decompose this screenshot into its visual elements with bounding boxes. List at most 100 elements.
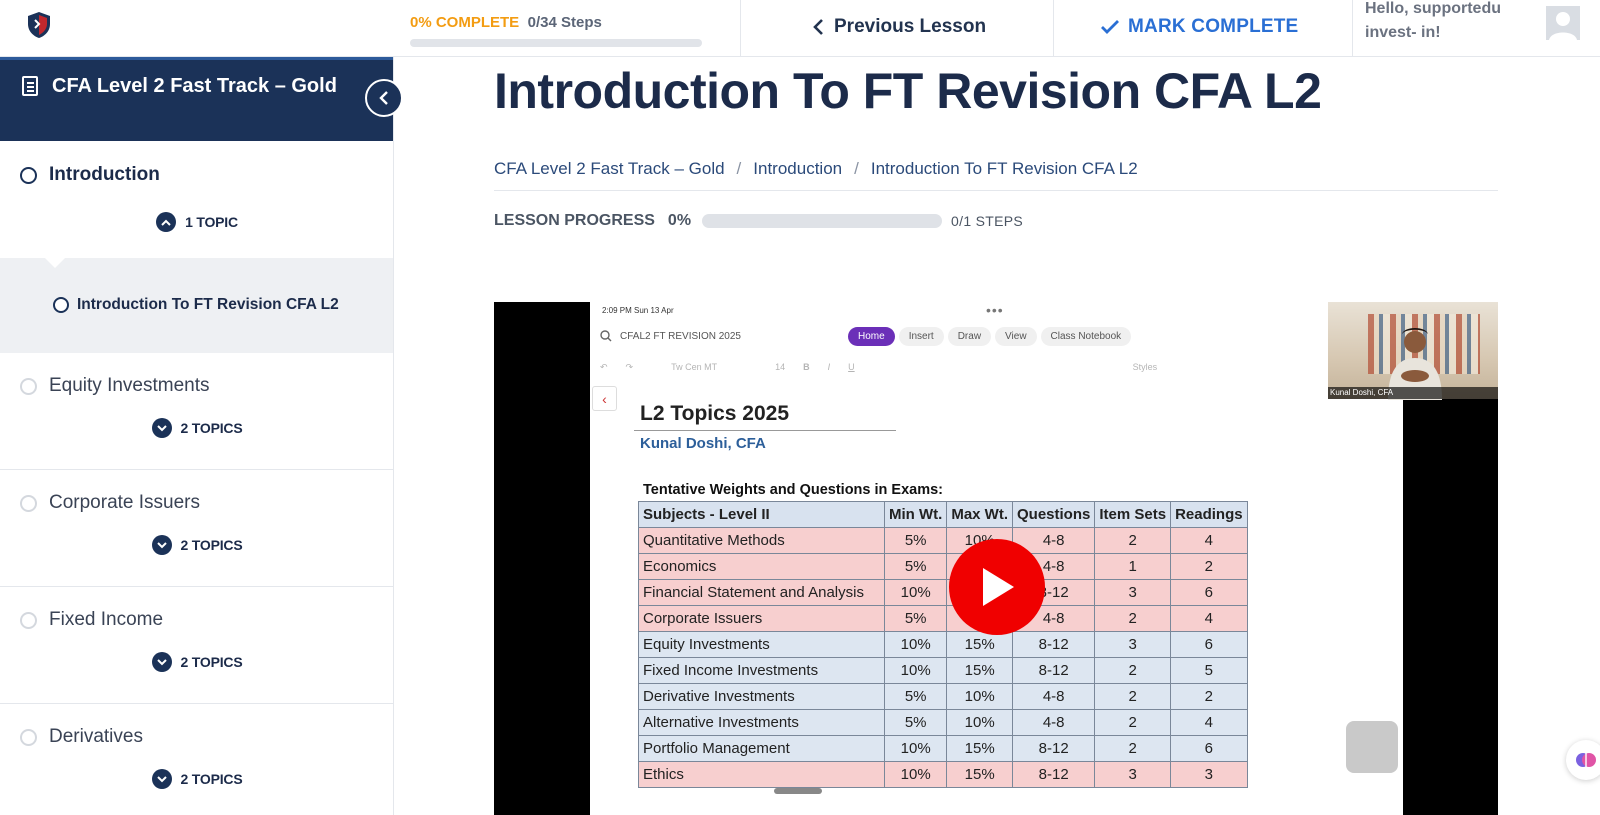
table-cell: 6 — [1170, 631, 1248, 658]
table-cell: 8-12 — [1011, 631, 1096, 658]
table-cell: 2 — [1094, 605, 1172, 632]
table-cell: Financial Statement and Analysis — [638, 579, 885, 606]
section-header[interactable]: Equity Investments — [20, 375, 210, 397]
table-cell: Ethics — [638, 761, 885, 788]
undo-icon: ↶ — [600, 361, 608, 372]
search-icon — [600, 330, 612, 342]
section-header[interactable]: Fixed Income — [20, 609, 163, 631]
table-row: Ethics 10% 15% 8-12 3 3 — [638, 761, 1248, 788]
user-avatar-icon[interactable] — [1546, 6, 1580, 40]
table-cell: 1 — [1094, 553, 1172, 580]
table-cell: 5% — [883, 553, 948, 580]
breadcrumb-section-link[interactable]: Introduction — [753, 159, 842, 179]
table-cell: 5% — [883, 683, 948, 710]
topics-toggle[interactable]: 2 TOPICS — [0, 652, 393, 672]
collapse-sidebar-button[interactable] — [365, 79, 403, 117]
table-cell: 4 — [1170, 709, 1248, 736]
table-cell: 3 — [1094, 631, 1172, 658]
table-cell: 10% — [883, 657, 948, 684]
webcam-overlay: Kunal Doshi, CFA — [1328, 302, 1498, 400]
page-title: Introduction To FT Revision CFA L2 — [494, 63, 1322, 119]
topics-toggle[interactable]: 2 TOPICS — [0, 418, 393, 438]
divider — [740, 0, 741, 57]
chevron-left-icon — [379, 91, 388, 105]
course-title[interactable]: CFA Level 2 Fast Track – Gold — [52, 73, 342, 100]
table-cell: Fixed Income Investments — [638, 657, 885, 684]
table-cell: 8-12 — [1011, 735, 1096, 762]
table-cell: 5% — [883, 605, 948, 632]
redo-icon: ↷ — [625, 361, 634, 372]
divider — [1352, 0, 1353, 57]
table-cell: 10% — [946, 683, 1013, 710]
table-cell: 15% — [946, 735, 1013, 762]
note-title: L2 Topics 2025 — [640, 402, 790, 425]
topics-toggle[interactable]: 2 TOPICS — [0, 769, 393, 789]
course-progress: 0% COMPLETE 0/34 Steps — [410, 14, 702, 47]
site-logo[interactable] — [24, 10, 54, 40]
section-equity-investments: Equity Investments 2 TOPICS — [0, 353, 393, 470]
lesson-progress-label: LESSON PROGRESS — [494, 212, 655, 229]
note-author: Kunal Doshi, CFA — [640, 435, 766, 452]
section-header[interactable]: Corporate Issuers — [20, 492, 200, 514]
chevron-left-icon — [813, 19, 823, 35]
table-cell: 4 — [1170, 527, 1248, 554]
lesson-progress-percent: 0% — [667, 212, 692, 229]
table-cell: Corporate Issuers — [638, 605, 885, 632]
table-cell: 15% — [946, 657, 1013, 684]
lesson-item-current[interactable]: Introduction To FT Revision CFA L2 — [0, 258, 393, 353]
divider — [494, 190, 1498, 191]
assistant-button[interactable] — [1566, 740, 1600, 780]
table-cell: 6 — [1170, 735, 1248, 762]
table-row: Fixed Income Investments 10% 15% 8-12 2 5 — [638, 657, 1248, 684]
section-header[interactable]: Introduction — [20, 164, 160, 186]
table-cell: 3 — [1094, 579, 1172, 606]
previous-lesson-label: Previous Lesson — [834, 16, 987, 37]
breadcrumb-lesson-link[interactable]: Introduction To FT Revision CFA L2 — [871, 159, 1138, 179]
topics-count: 2 TOPICS — [180, 420, 243, 436]
table-header-cell: Readings — [1170, 501, 1248, 528]
video-player[interactable]: 2:09 PM Sun 13 Apr ••• CFAL2 FT REVISION… — [494, 302, 1498, 815]
table-header-row: Subjects - Level II Min Wt. Max Wt. Questio… — [638, 501, 1248, 528]
back-arrow-icon: ‹ — [592, 386, 617, 411]
table-cell: 4 — [1170, 605, 1248, 632]
table-cell: 2 — [1094, 657, 1172, 684]
notebook-toolbar: ↶ ↷ Tw Cen MT 14 B I U Styles — [600, 358, 1380, 376]
play-icon — [983, 568, 1014, 606]
section-introduction: Introduction 1 TOPIC — [0, 141, 393, 258]
topics-toggle[interactable]: 2 TOPICS — [0, 535, 393, 555]
previous-lesson-button[interactable]: Previous Lesson — [812, 16, 986, 38]
table-header-cell: Max Wt. — [946, 501, 1013, 528]
table-row: Quantitative Methods 5% 10% 4-8 2 4 — [638, 527, 1248, 554]
table-cell: Alternative Investments — [638, 709, 885, 736]
table-cell: 2 — [1094, 527, 1172, 554]
breadcrumb-separator: / — [736, 159, 742, 178]
video-overlay-button[interactable] — [1346, 721, 1398, 773]
chevron-down-icon — [151, 769, 172, 789]
chevron-down-icon — [151, 535, 172, 555]
chevron-down-icon — [151, 418, 172, 438]
breadcrumb-course-link[interactable]: CFA Level 2 Fast Track – Gold — [494, 159, 725, 179]
play-button[interactable] — [949, 539, 1045, 635]
topics-toggle[interactable]: 1 TOPIC — [0, 212, 393, 232]
lesson-progress-steps: 0/1 STEPS — [951, 213, 1024, 229]
status-circle-icon — [20, 166, 37, 184]
lesson-title: Introduction To FT Revision CFA L2 — [77, 296, 339, 313]
section-title: Introduction — [49, 164, 160, 185]
table-cell: 2 — [1094, 735, 1172, 762]
font-size: 14 — [775, 362, 786, 372]
course-progress-bar — [410, 39, 702, 47]
table-cell: 10% — [883, 579, 948, 606]
table-cell: Economics — [638, 553, 885, 580]
course-sidebar: CFA Level 2 Fast Track – Gold Introducti… — [0, 57, 394, 815]
section-header[interactable]: Derivatives — [20, 726, 143, 748]
mark-complete-button[interactable]: MARK COMPLETE — [1100, 16, 1298, 38]
user-greeting: Hello, supportedu invest- in! — [1365, 0, 1501, 41]
table-row: Derivative Investments 5% 10% 4-8 2 2 — [638, 683, 1248, 710]
status-circle-icon — [20, 728, 37, 746]
table-row: Economics5%10%4-812 — [638, 553, 1248, 580]
table-row: Equity Investments 10% 15% 8-12 3 6 — [638, 631, 1248, 658]
topics-count: 2 TOPICS — [180, 537, 243, 553]
breadcrumb-separator: / — [854, 159, 859, 178]
table-cell: Derivative Investments — [638, 683, 885, 710]
topics-count: 1 TOPIC — [185, 214, 238, 230]
